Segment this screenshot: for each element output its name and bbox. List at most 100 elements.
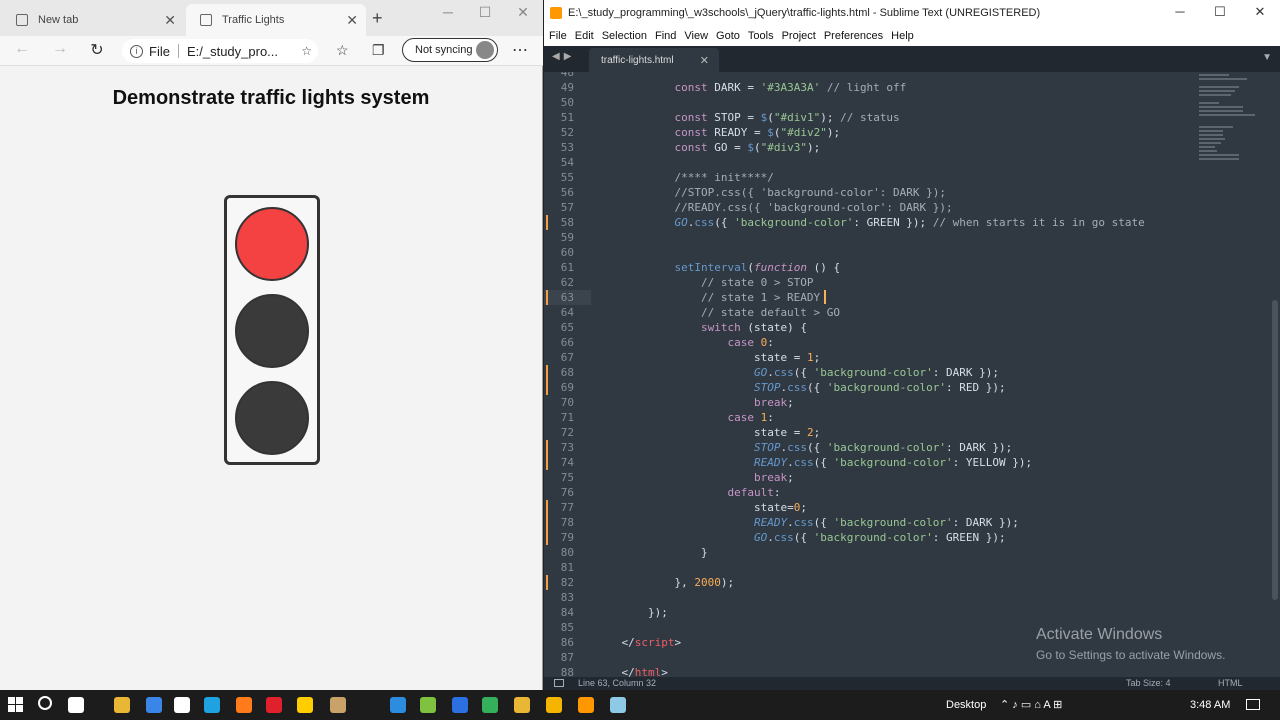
menu-file[interactable]: File — [549, 30, 567, 42]
code-line[interactable]: setInterval(function () { — [595, 260, 840, 275]
code-line[interactable]: GO.css({ 'background-color': GREEN }); /… — [595, 215, 1144, 230]
code-line[interactable]: const DARK = '#3A3A3A' // light off — [595, 80, 906, 95]
document-icon[interactable] — [546, 697, 562, 713]
code-line[interactable]: /**** init****/ — [595, 170, 773, 185]
menu-help[interactable]: Help — [891, 30, 914, 42]
code-line[interactable]: //READY.css({ 'background-color': DARK }… — [595, 200, 952, 215]
desktop-label[interactable]: Desktop — [946, 699, 986, 711]
code-line[interactable]: case 0: — [595, 335, 773, 350]
code-line[interactable]: state=0; — [595, 500, 807, 515]
minimize-icon[interactable]: ─ — [430, 4, 466, 20]
close-tab-icon[interactable]: ✕ — [346, 12, 358, 29]
terminal-icon[interactable] — [420, 697, 436, 713]
code-line[interactable]: }, 2000); — [595, 575, 734, 590]
task-view-icon[interactable] — [68, 697, 84, 713]
tab-new-tab[interactable]: New tab ✕ — [2, 4, 184, 36]
code-line[interactable]: }); — [595, 605, 668, 620]
code-line[interactable]: // state 0 > STOP — [595, 275, 814, 290]
refresh-icon[interactable]: ↻ — [85, 40, 109, 60]
back-icon[interactable]: ← — [10, 40, 34, 58]
line-number: 54 — [560, 156, 574, 169]
code-line[interactable]: const GO = $("#div3"); — [595, 140, 820, 155]
info-icon[interactable]: i — [130, 44, 143, 58]
profile-sync-button[interactable]: Not syncing — [402, 38, 498, 62]
close-tab-icon[interactable]: ✕ — [164, 12, 176, 29]
close-window-icon[interactable]: ✕ — [505, 4, 541, 21]
menu-goto[interactable]: Goto — [716, 30, 740, 42]
mail-icon[interactable] — [146, 697, 162, 713]
menu-tools[interactable]: Tools — [748, 30, 774, 42]
code-line[interactable]: READY.css({ 'background-color': YELLOW }… — [595, 455, 1032, 470]
opera-icon[interactable] — [266, 697, 282, 713]
app-icon[interactable] — [330, 697, 346, 713]
tab-size[interactable]: Tab Size: 4 — [1126, 678, 1171, 688]
code-line[interactable]: switch (state) { — [595, 320, 807, 335]
code-editor[interactable]: 48 49 50 51 52 53 54 55 56 57 58 59 60 61 62 63 64 65 66 67… — [544, 72, 1280, 677]
sublime-icon[interactable] — [578, 697, 594, 713]
vscode-icon[interactable] — [390, 697, 406, 713]
tab-nav-arrows-icon[interactable]: ◀▶ — [552, 51, 575, 62]
favorites-icon[interactable]: ☆ — [336, 42, 349, 59]
syntax-mode[interactable]: HTML — [1218, 678, 1243, 688]
chrome-icon[interactable] — [297, 697, 313, 713]
new-tab-icon[interactable]: + — [372, 8, 383, 29]
forward-icon[interactable]: → — [48, 40, 72, 58]
maximize-icon[interactable]: ☐ — [467, 4, 503, 21]
code-line[interactable]: state = 2; — [595, 425, 820, 440]
code-line[interactable]: default: — [595, 485, 780, 500]
code-line[interactable]: STOP.css({ 'background-color': RED }); — [595, 380, 1006, 395]
code-line[interactable]: break; — [595, 470, 794, 485]
app-icon-2[interactable] — [452, 697, 468, 713]
tab-dropdown-icon[interactable]: ▼ — [1262, 52, 1272, 63]
store-icon[interactable] — [174, 697, 190, 713]
app-icon-3[interactable] — [482, 697, 498, 713]
line-number: 76 — [560, 486, 574, 499]
start-icon[interactable] — [8, 697, 23, 712]
code-line[interactable]: state = 1; — [595, 350, 820, 365]
menu-preferences[interactable]: Preferences — [824, 30, 883, 42]
code-line[interactable]: </html> — [595, 665, 668, 677]
edge-icon[interactable] — [204, 697, 220, 713]
tab-traffic-lights-html[interactable]: traffic-lights.html ✕ — [589, 48, 719, 72]
code-line[interactable]: //STOP.css({ 'background-color': DARK })… — [595, 185, 946, 200]
code-line[interactable]: </script> — [595, 635, 682, 650]
tab-traffic-lights[interactable]: Traffic Lights ✕ — [186, 4, 366, 36]
firefox-icon[interactable] — [236, 697, 252, 713]
code-line[interactable]: break; — [595, 395, 794, 410]
code-line[interactable]: GO.css({ 'background-color': DARK }); — [595, 365, 999, 380]
file-explorer-icon[interactable] — [114, 697, 130, 713]
panel-icon[interactable] — [554, 679, 564, 687]
menu-view[interactable]: View — [684, 30, 708, 42]
code-line[interactable]: // state default > GO — [595, 305, 840, 320]
maximize-icon[interactable]: ☐ — [1200, 4, 1240, 20]
more-icon[interactable]: ⋯ — [512, 40, 528, 60]
collections-icon[interactable]: ❐ — [372, 42, 385, 59]
menu-find[interactable]: Find — [655, 30, 676, 42]
close-tab-icon[interactable]: ✕ — [700, 54, 709, 67]
minimap[interactable] — [1199, 72, 1259, 222]
app-icon-4[interactable] — [610, 697, 626, 713]
code-line[interactable]: } — [595, 545, 708, 560]
code-line[interactable]: GO.css({ 'background-color': GREEN }); — [595, 530, 1006, 545]
code-line[interactable]: const STOP = $("#div1"); // status — [595, 110, 899, 125]
add-favorite-icon[interactable]: ☆ — [301, 44, 312, 58]
clock[interactable]: 3:48 AM — [1190, 699, 1230, 711]
code-line[interactable]: const READY = $("#div2"); — [595, 125, 840, 140]
close-window-icon[interactable]: ✕ — [1240, 4, 1280, 20]
menu-selection[interactable]: Selection — [602, 30, 647, 42]
system-tray-icons[interactable]: ⌃ ♪ ▭ ⌂ A ⊞ — [1000, 698, 1062, 711]
notification-icon[interactable] — [1246, 699, 1260, 710]
address-bar[interactable]: i File E:/_study_pro... ☆ — [122, 39, 318, 63]
code-line[interactable]: READY.css({ 'background-color': DARK }); — [595, 515, 1019, 530]
modified-line-marker — [546, 455, 548, 470]
search-icon[interactable] — [38, 696, 52, 710]
code-line[interactable]: case 1: — [595, 410, 773, 425]
scrollbar[interactable] — [1272, 300, 1278, 600]
minimap-line — [1199, 150, 1217, 152]
menu-project[interactable]: Project — [782, 30, 816, 42]
folder-icon[interactable] — [514, 697, 530, 713]
code-line[interactable]: STOP.css({ 'background-color': DARK }); — [595, 440, 1012, 455]
menu-edit[interactable]: Edit — [575, 30, 594, 42]
minimize-icon[interactable]: ─ — [1160, 4, 1200, 19]
code-line[interactable]: // state 1 > READY — [595, 290, 820, 305]
